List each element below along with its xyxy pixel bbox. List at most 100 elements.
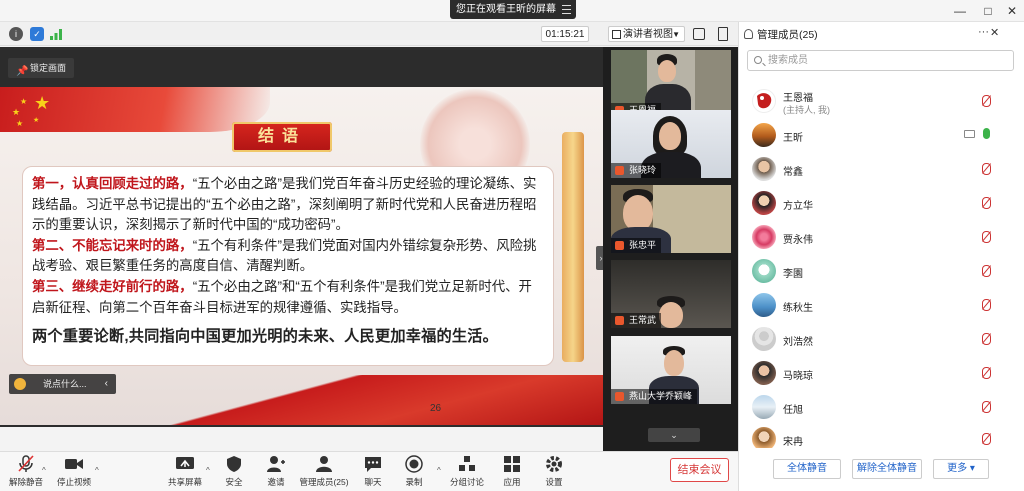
search-placeholder: 搜索成员: [768, 55, 808, 66]
mic-muted-icon[interactable]: [982, 333, 991, 345]
minimize-button[interactable]: —: [951, 3, 969, 19]
mic-muted-icon[interactable]: [982, 367, 991, 379]
invite-button[interactable]: 邀请: [262, 453, 290, 489]
view-mode-label: 演讲者视图: [623, 29, 673, 40]
avatar: [752, 89, 776, 113]
grid-icon: [612, 30, 621, 39]
emoji-icon[interactable]: [14, 378, 26, 390]
breakout-button[interactable]: 分组讨论: [450, 453, 484, 489]
member-row[interactable]: 任旭: [740, 392, 1022, 422]
mic-muted-icon[interactable]: [982, 401, 991, 413]
slide-paragraph-2: 第二、不能忘记来时的路，“五个有利条件”是我们党面对国内外错综复杂形势、风险挑战…: [32, 237, 537, 274]
video-tile-label: 燕山大学乔颖峰: [611, 389, 698, 404]
avatar: [752, 395, 776, 419]
chevron-left-icon[interactable]: ‹: [105, 374, 108, 394]
scroll-down-button[interactable]: ⌄: [648, 428, 700, 442]
video-tile[interactable]: 张晓玲: [611, 110, 731, 178]
chevron-up-icon[interactable]: ^: [95, 466, 99, 475]
manage-members-button[interactable]: 管理成员(25): [298, 453, 350, 489]
menu-icon[interactable]: [562, 5, 571, 14]
settings-button[interactable]: 设置: [540, 453, 568, 489]
member-row[interactable]: 李園: [740, 256, 1022, 286]
member-row[interactable]: 刘浩然: [740, 324, 1022, 354]
camera-icon: [64, 455, 84, 473]
member-search-input[interactable]: 搜索成员: [747, 50, 1014, 71]
video-strip: 王恩福 张晓玲 张忠平 王常武 燕山大学乔颖峰: [603, 47, 738, 451]
avatar: [752, 225, 776, 249]
more-options-icon[interactable]: ···: [978, 26, 989, 38]
sharing-banner-text: 您正在观看王昕的屏幕: [456, 4, 556, 15]
slide-paragraph-3: 第三、继续走好前行的路，“五个必由之路”和“五个有利条件”是我们党立足新时代、开…: [32, 278, 532, 315]
mic-muted-icon[interactable]: [982, 197, 991, 209]
info-icon[interactable]: i: [9, 27, 23, 41]
avatar: [752, 327, 776, 351]
member-row[interactable]: 常鑫: [740, 154, 1022, 184]
apps-button[interactable]: 应用: [498, 453, 526, 489]
end-meeting-button[interactable]: 结束会议: [670, 458, 729, 482]
mic-muted-icon[interactable]: [982, 433, 991, 445]
star-icon: ★: [16, 119, 24, 128]
video-tile-label: 王常武: [611, 313, 662, 328]
chat-input-bar[interactable]: 说点什么... ‹: [9, 374, 116, 394]
add-user-icon: [266, 455, 286, 473]
avatar: [752, 361, 776, 385]
mic-muted-icon[interactable]: [982, 95, 991, 107]
mute-all-button[interactable]: 全体静音: [773, 459, 841, 479]
video-tile[interactable]: 王恩福: [611, 50, 731, 118]
panel-toggle-icon[interactable]: [718, 27, 728, 41]
users-icon: [314, 455, 334, 473]
mic-muted-icon[interactable]: [982, 299, 991, 311]
chevron-up-icon[interactable]: ^: [42, 466, 46, 475]
more-button[interactable]: 更多 ▾: [933, 459, 989, 479]
close-icon[interactable]: ✕: [990, 26, 999, 39]
view-mode-select[interactable]: 演讲者视图 ▼: [608, 26, 685, 42]
record-button[interactable]: 录制: [400, 453, 428, 489]
lock-view-label: 锁定画面: [30, 63, 67, 73]
chevron-up-icon[interactable]: ^: [437, 466, 441, 475]
member-row[interactable]: 贾永伟: [740, 222, 1022, 252]
panel-title: 管理成员(25): [744, 27, 818, 42]
member-row[interactable]: 方立华: [740, 188, 1022, 218]
chevron-up-icon[interactable]: ^: [206, 466, 210, 475]
fullscreen-icon[interactable]: [693, 28, 705, 40]
pillar-decoration: [562, 132, 584, 362]
member-row[interactable]: 王昕: [740, 120, 1022, 150]
stop-video-button[interactable]: 停止视频: [54, 453, 94, 489]
mic-muted-icon[interactable]: [982, 265, 991, 277]
breakout-icon: [457, 455, 477, 473]
shield-icon: [224, 455, 244, 473]
avatar: [752, 191, 776, 215]
member-row[interactable]: 练秋生: [740, 290, 1022, 320]
record-icon: [404, 455, 424, 473]
avatar: [752, 157, 776, 181]
signal-icon[interactable]: [50, 29, 62, 40]
member-row[interactable]: 王恩福 (主持人, 我): [740, 86, 1022, 116]
member-row[interactable]: 宋冉: [740, 424, 1022, 448]
chat-button[interactable]: 聊天: [359, 453, 387, 489]
share-screen-icon: [175, 455, 195, 473]
slide-paragraph-1: 第一，认真回顾走过的路，“五个必由之路”是我们党百年奋斗历史经验的理论凝练、实践…: [32, 176, 537, 233]
unmute-all-button[interactable]: 解除全体静音: [852, 459, 922, 479]
mic-muted-icon[interactable]: [982, 231, 991, 243]
member-row[interactable]: 马晓琼: [740, 358, 1022, 388]
lock-view-button[interactable]: 📌 锁定画面: [8, 58, 74, 78]
chevron-down-icon: ▼: [672, 30, 680, 39]
shield-icon[interactable]: ✓: [30, 27, 44, 41]
video-tile[interactable]: 燕山大学乔颖峰: [611, 336, 731, 404]
maximize-button[interactable]: □: [979, 3, 997, 19]
mic-muted-icon: [615, 316, 624, 325]
sharing-banner[interactable]: 您正在观看王昕的屏幕: [450, 0, 576, 19]
mic-muted-icon: [615, 166, 624, 175]
video-tile-label: 张晓玲: [611, 163, 662, 178]
user-icon: [744, 29, 753, 39]
close-window-button[interactable]: ✕: [1003, 3, 1021, 19]
mic-muted-icon[interactable]: [982, 163, 991, 175]
mic-active-icon[interactable]: [983, 128, 990, 139]
unmute-button[interactable]: 解除静音: [6, 453, 46, 489]
share-screen-button[interactable]: 共享屏幕: [165, 453, 205, 489]
video-tile-label: 张忠平: [611, 238, 662, 253]
security-button[interactable]: 安全: [220, 453, 248, 489]
mic-muted-icon: [615, 392, 624, 401]
video-tile[interactable]: 王常武: [611, 260, 731, 328]
video-tile[interactable]: 张忠平: [611, 185, 731, 253]
